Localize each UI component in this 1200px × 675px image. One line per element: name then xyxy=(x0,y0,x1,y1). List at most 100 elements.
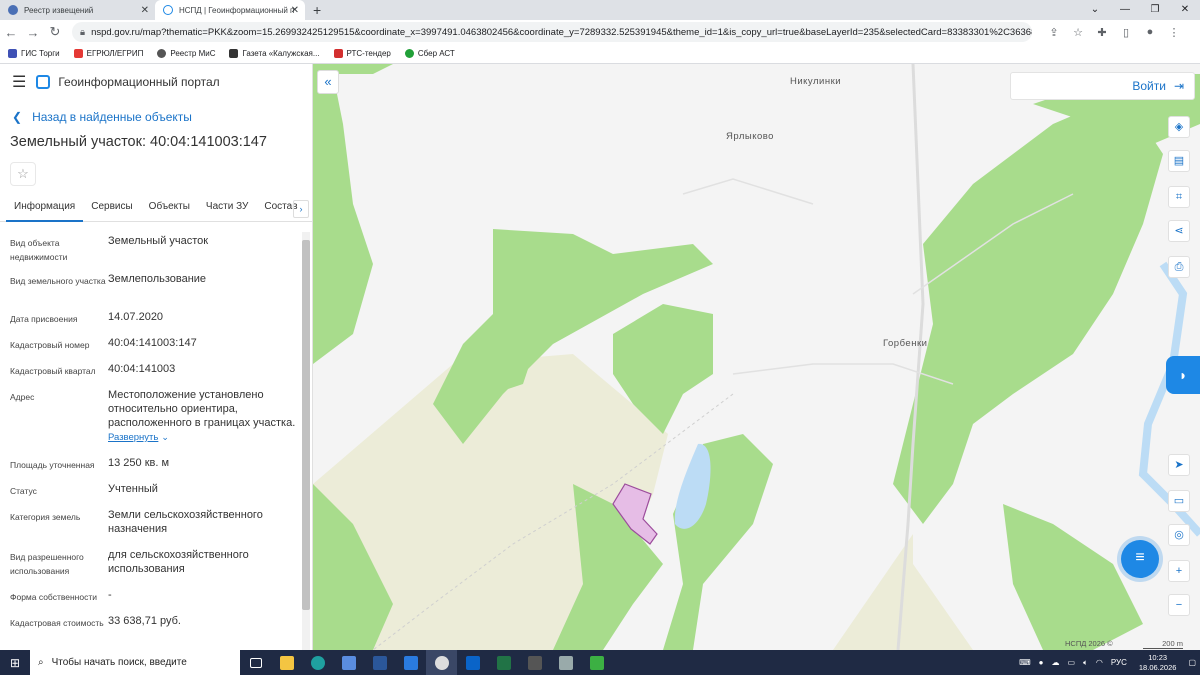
address-bar-row: ← → ↻ 🔒︎ nspd.gov.ru/map?thematic=PKK&zo… xyxy=(0,20,1200,44)
network-icon[interactable]: ▭ xyxy=(1068,658,1076,667)
menu-icon[interactable]: ⋮ xyxy=(1162,26,1186,39)
bookmark-icon xyxy=(73,49,83,58)
tab-objects[interactable]: Объекты xyxy=(141,196,198,222)
chat-support-button[interactable]: ≡ xyxy=(1121,540,1159,578)
url-field[interactable]: 🔒︎ nspd.gov.ru/map?thematic=PKK&zoom=15.… xyxy=(72,22,1032,42)
back-arrow-icon[interactable]: ← xyxy=(0,25,22,40)
tab-information[interactable]: Информация xyxy=(6,196,84,222)
expand-link[interactable]: Развернуть xyxy=(108,432,158,443)
clock[interactable]: 10:23 18.06.2026 xyxy=(1139,653,1177,673)
house-app-icon[interactable] xyxy=(581,650,612,675)
new-tab-button[interactable]: + xyxy=(313,0,321,20)
map-canvas xyxy=(313,64,1200,650)
browser-tools: ⇪ ☆ ✚ ▯ ● ⋮ xyxy=(1042,26,1186,39)
bookmark-icon xyxy=(333,49,343,58)
profile-icon[interactable]: ● xyxy=(1138,26,1162,39)
print-icon[interactable]: ⎙ xyxy=(1168,256,1190,278)
scrollbar-thumb[interactable] xyxy=(302,240,310,610)
search-map-icon[interactable]: ◎ xyxy=(1168,524,1190,546)
word-icon[interactable] xyxy=(364,650,395,675)
calculator-icon[interactable] xyxy=(519,650,550,675)
info-tabs: Информация Сервисы Объекты Части ЗУ Сост… xyxy=(0,196,312,222)
bookmark-star-icon[interactable]: ☆ xyxy=(1066,26,1090,39)
excel-icon[interactable] xyxy=(488,650,519,675)
minimize-icon[interactable]: — xyxy=(1110,0,1140,20)
layers-icon[interactable]: ◈ xyxy=(1168,116,1190,138)
collapse-panel-button[interactable]: « xyxy=(317,70,339,94)
task-view-icon[interactable] xyxy=(240,650,271,675)
select-area-icon[interactable]: ⌗ xyxy=(1168,186,1190,208)
windows-start-icon[interactable]: ⊞ xyxy=(0,656,30,670)
close-tab-icon[interactable]: ✕ xyxy=(291,5,299,16)
chrome-icon[interactable] xyxy=(426,650,457,675)
browser-tab-1[interactable]: Реестр извещений ✕ xyxy=(0,0,155,20)
close-tab-icon[interactable]: ✕ xyxy=(141,5,149,16)
login-button[interactable]: Войти ⇥ xyxy=(1010,72,1195,100)
extensions-icon[interactable]: ✚ xyxy=(1090,26,1114,39)
close-window-icon[interactable]: ✕ xyxy=(1170,0,1200,20)
locate-icon[interactable]: ➤ xyxy=(1168,454,1190,476)
chevron-down-icon[interactable]: ⌄ xyxy=(161,432,169,442)
keyboard-icon[interactable]: ⌨ xyxy=(1019,658,1031,667)
tab-title: НСПД | Геоинформационный п xyxy=(179,5,295,15)
star-icon: ☆ xyxy=(17,166,29,181)
maximize-icon[interactable]: ❐ xyxy=(1140,0,1170,20)
tab-parts[interactable]: Части ЗУ xyxy=(198,196,256,222)
lock-icon: 🔒︎ xyxy=(80,26,86,38)
reload-icon[interactable]: ↻ xyxy=(44,24,66,40)
weather-icon[interactable]: ☁ xyxy=(1052,658,1060,667)
share-icon[interactable]: ⇪ xyxy=(1042,26,1066,39)
mail-icon[interactable] xyxy=(395,650,426,675)
bookmark-item[interactable]: ГИС Торги xyxy=(8,49,60,58)
store-icon[interactable] xyxy=(333,650,364,675)
properties-list: Вид объекта недвижимости Земельный участ… xyxy=(0,232,300,642)
tab-services[interactable]: Сервисы xyxy=(83,196,140,222)
language-indicator[interactable]: РУС xyxy=(1111,658,1127,667)
zoom-in-button[interactable]: + xyxy=(1168,560,1190,582)
bookmark-item[interactable]: Сбер АСТ xyxy=(404,49,455,58)
login-icon: ⇥ xyxy=(1173,79,1184,93)
notifications-icon[interactable]: ▢ xyxy=(1188,658,1196,667)
scale-bar: 200 m xyxy=(1143,639,1183,649)
crest-icon xyxy=(8,5,18,15)
property-row: Адрес Местоположение установлено относит… xyxy=(0,386,300,454)
property-row: Форма собственности - xyxy=(10,589,112,602)
ruler-icon[interactable]: ▤ xyxy=(1168,150,1190,172)
wifi-icon[interactable]: ◠ xyxy=(1096,658,1103,667)
search-icon: ⌕ xyxy=(38,657,44,668)
tab-title: Реестр извещений xyxy=(24,5,94,15)
tab-search-icon[interactable]: ⌄ xyxy=(1080,0,1110,20)
basemap-icon[interactable]: ▭ xyxy=(1168,490,1190,512)
system-tray: ⌨ ● ☁ ▭ 🔈︎ ◠ РУС 10:23 18.06.2026 ▢ xyxy=(1015,653,1200,673)
tabs-next-icon[interactable]: › xyxy=(293,200,309,218)
antivirus-icon[interactable]: ● xyxy=(1039,658,1044,667)
hamburger-menu-icon[interactable]: ☰ xyxy=(12,72,26,92)
edge-icon[interactable] xyxy=(302,650,333,675)
favorite-star-button[interactable]: ☆ xyxy=(10,162,36,186)
place-label: Никулинки xyxy=(790,76,842,87)
zoom-out-button[interactable]: − xyxy=(1168,594,1190,616)
volume-icon[interactable]: 🔈︎ xyxy=(1083,658,1088,668)
sidebar-icon[interactable]: ▯ xyxy=(1114,26,1138,39)
back-to-results-link[interactable]: ❮ Назад в найденные объекты xyxy=(12,110,312,124)
browser-tab-2[interactable]: НСПД | Геоинформационный п ✕ xyxy=(155,0,305,20)
assistant-icon[interactable]: ◗ xyxy=(1166,356,1200,394)
file-explorer-icon[interactable] xyxy=(271,650,302,675)
portal-logo-icon xyxy=(36,75,51,89)
outlook-icon[interactable] xyxy=(457,650,488,675)
forward-arrow-icon[interactable]: → xyxy=(22,25,44,40)
taskbar-search[interactable]: ⌕ Чтобы начать поиск, введите xyxy=(30,650,240,675)
bookmark-item[interactable]: РТС-тендер xyxy=(333,49,391,58)
share-icon[interactable]: ⋖ xyxy=(1168,220,1190,242)
app-icon[interactable] xyxy=(550,650,581,675)
clock-time: 10:23 xyxy=(1148,652,1168,662)
bookmark-item[interactable]: Газета «Калужская... xyxy=(229,49,320,58)
windows-taskbar: ⊞ ⌕ Чтобы начать поиск, введите ⌨ ● ☁ ▭ … xyxy=(0,650,1200,675)
map-view[interactable]: « Войти ⇥ Никулинки Ярлыково Горбенки ◈ … xyxy=(313,64,1200,650)
bookmark-item[interactable]: ЕГРЮЛ/ЕГРИП xyxy=(73,49,143,58)
bookmark-item[interactable]: Реестр МиС xyxy=(157,49,215,58)
property-row: Кадастровый номер 40:04:141003:147 xyxy=(10,337,197,350)
bookmark-icon xyxy=(8,49,17,58)
browser-tab-bar: Реестр извещений ✕ НСПД | Геоинформацион… xyxy=(0,0,1200,20)
panel-scrollbar[interactable] xyxy=(302,232,310,650)
